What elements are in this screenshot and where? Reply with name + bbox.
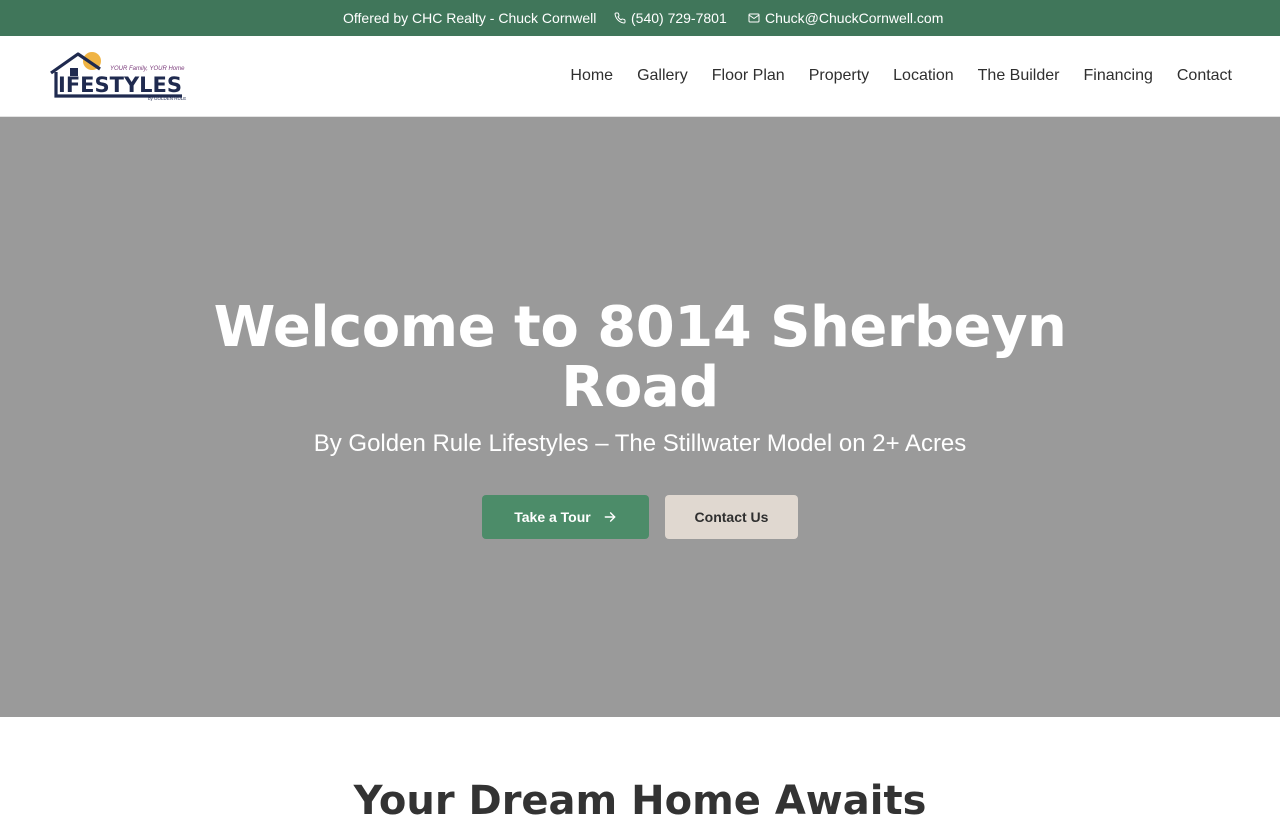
contact-us-label: Contact Us	[694, 509, 769, 525]
hero-title: Welcome to 8014 Sherbeyn Road	[213, 295, 1067, 420]
main-navigation: Home Gallery Floor Plan Property Locatio…	[570, 36, 1232, 116]
phone-link[interactable]: (540) 729-7801	[614, 0, 727, 36]
take-a-tour-label: Take a Tour	[514, 509, 591, 525]
nav-location[interactable]: Location	[893, 67, 954, 85]
nav-floor-plan[interactable]: Floor Plan	[712, 67, 785, 85]
hero-subtitle: By Golden Rule Lifestyles – The Stillwat…	[313, 430, 967, 457]
section-title: Your Dream Home Awaits	[353, 778, 927, 824]
svg-text:IFESTYLES: IFESTYLES	[58, 73, 182, 97]
phone-icon	[614, 12, 626, 24]
nav-contact[interactable]: Contact	[1177, 67, 1232, 85]
nav-home[interactable]: Home	[570, 67, 613, 85]
email-address: Chuck@ChuckCornwell.com	[765, 10, 944, 26]
lifestyles-logo[interactable]: YOUR Family, YOUR Home IFESTYLES by GOLD…	[48, 50, 188, 102]
nav-financing[interactable]: Financing	[1083, 67, 1152, 85]
nav-gallery[interactable]: Gallery	[637, 67, 688, 85]
envelope-icon	[748, 12, 760, 24]
contact-us-button[interactable]: Contact Us	[665, 495, 798, 539]
arrow-right-icon	[603, 510, 617, 524]
top-contact-bar: Offered by CHC Realty - Chuck Cornwell (…	[0, 0, 1280, 36]
svg-text:by GOLDEN RULE: by GOLDEN RULE	[148, 96, 186, 101]
hero-section: Welcome to 8014 Sherbeyn Road By Golden …	[0, 117, 1280, 717]
phone-number: (540) 729-7801	[631, 10, 727, 26]
take-a-tour-button[interactable]: Take a Tour	[482, 495, 649, 539]
nav-the-builder[interactable]: The Builder	[978, 67, 1060, 85]
offered-by-text: Offered by CHC Realty - Chuck Cornwell	[343, 10, 597, 26]
svg-text:YOUR Family, YOUR Home: YOUR Family, YOUR Home	[110, 66, 185, 72]
nav-property[interactable]: Property	[809, 67, 869, 85]
site-header: YOUR Family, YOUR Home IFESTYLES by GOLD…	[0, 36, 1280, 117]
email-link[interactable]: Chuck@ChuckCornwell.com	[748, 0, 943, 36]
